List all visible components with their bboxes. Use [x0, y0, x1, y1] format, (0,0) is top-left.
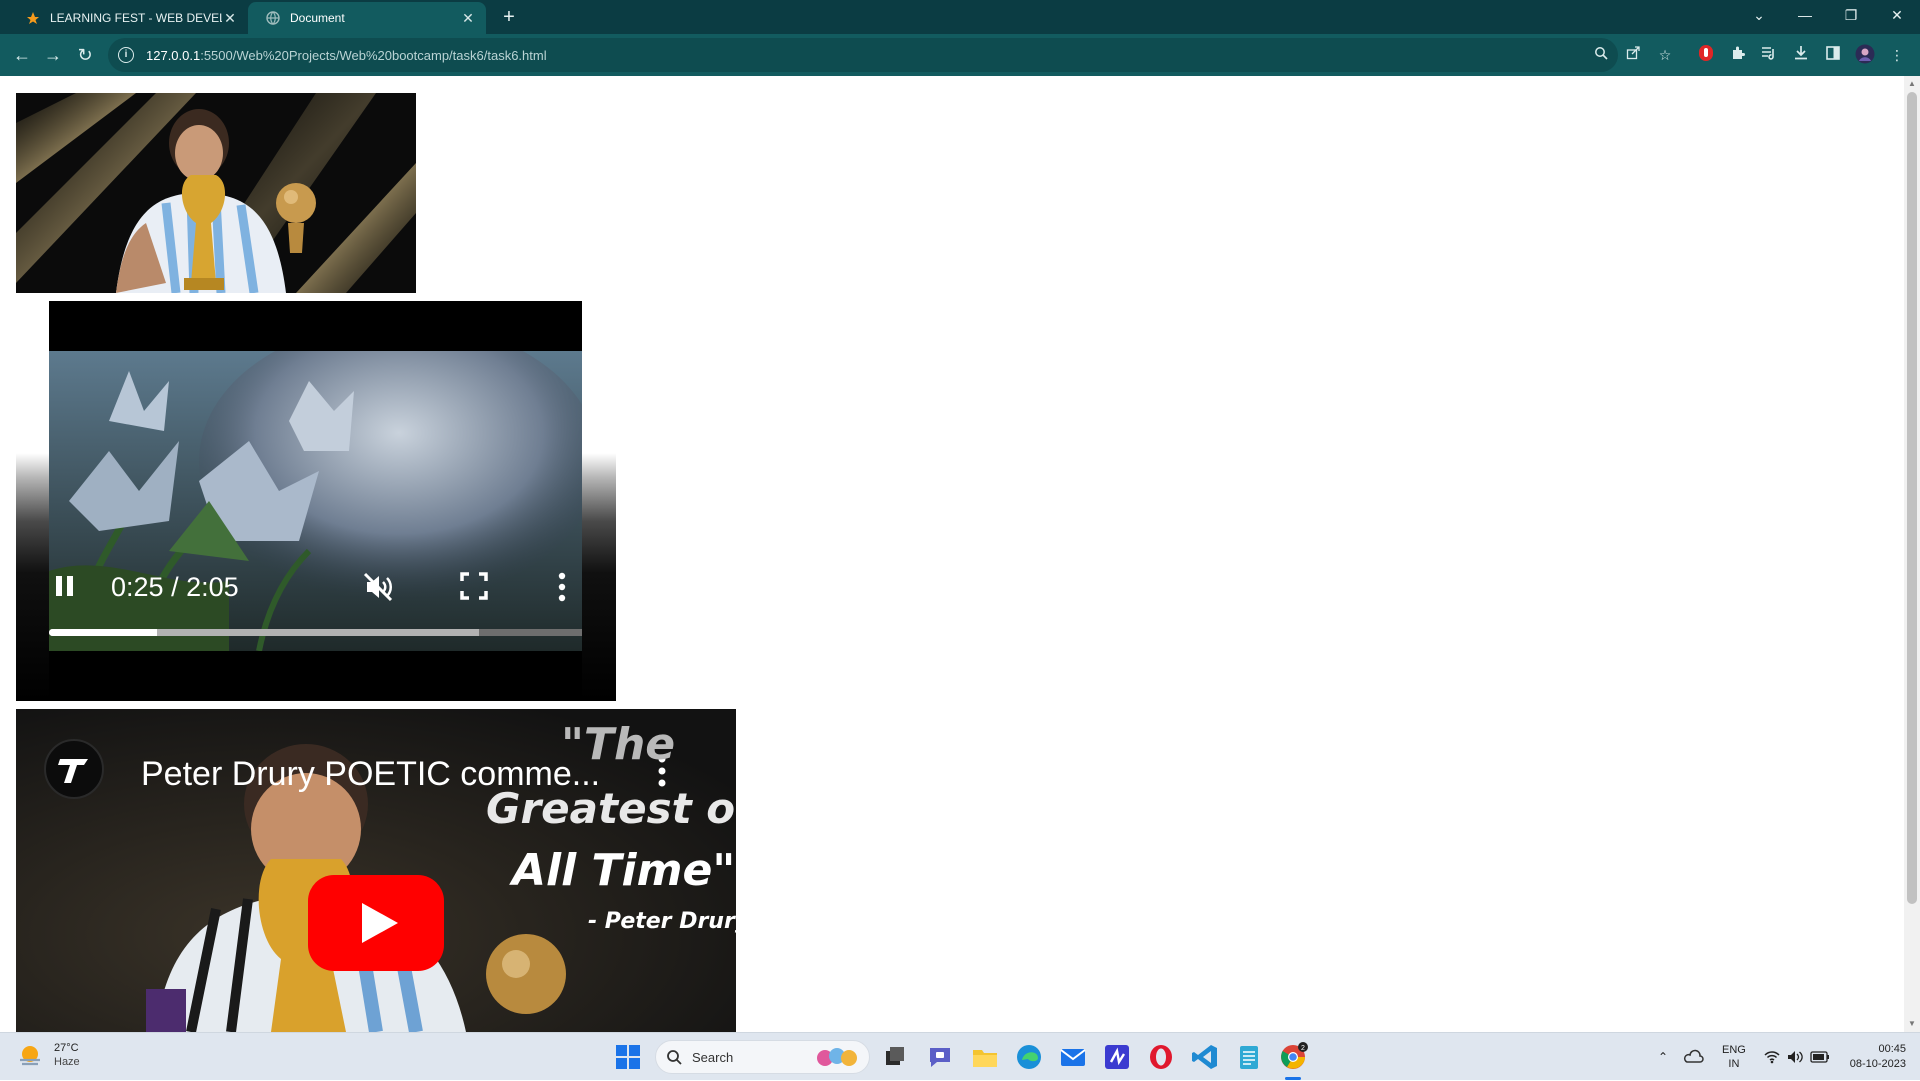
video-progress-bar[interactable] [49, 629, 582, 636]
side-panel-icon[interactable] [1822, 44, 1844, 66]
close-window-button[interactable]: ✕ [1874, 0, 1920, 30]
thumbnail-quote-line1: "The [561, 719, 676, 770]
fullscreen-icon[interactable] [460, 572, 488, 600]
duration: 2:05 [186, 572, 239, 602]
more-options-icon[interactable] [557, 572, 567, 602]
site-info-icon[interactable]: i [118, 47, 134, 63]
taskbar-search[interactable]: Search [655, 1040, 870, 1074]
tab-document[interactable]: Document ✕ [248, 2, 486, 34]
back-button[interactable]: ← [10, 43, 34, 67]
profile-avatar[interactable] [1854, 44, 1876, 66]
restore-button[interactable]: ❐ [1828, 0, 1874, 30]
tab-search-icon[interactable]: ⌄ [1736, 0, 1782, 30]
clock-time: 00:45 [1878, 1043, 1906, 1055]
teams-chat-icon[interactable] [925, 1042, 955, 1072]
onedrive-icon[interactable] [1682, 1048, 1704, 1066]
visual-studio-icon[interactable] [1102, 1042, 1132, 1072]
video-viewport[interactable]: 0:25 / 2:05 [49, 301, 582, 701]
show-hidden-icons-chevron-icon[interactable]: ⌃ [1652, 1050, 1674, 1064]
thumbnail-quote-line3: All Time" [512, 845, 736, 896]
new-tab-button[interactable]: + [498, 6, 520, 28]
clock-date: 08-10-2023 [1849, 1058, 1906, 1070]
weather-temperature: 27°C [54, 1042, 79, 1054]
share-icon[interactable] [1622, 44, 1644, 66]
scroll-thumb[interactable] [1907, 92, 1917, 904]
file-explorer-icon[interactable] [970, 1042, 1000, 1072]
chrome-badge-count: 2 [1301, 1045, 1305, 1052]
media-queue-icon[interactable] [1758, 44, 1780, 66]
minimize-button[interactable]: — [1782, 0, 1828, 30]
windows-taskbar: 27°C Haze Search 2 ⌃ ENG IN 00:45 08-10-… [0, 1032, 1920, 1080]
browser-menu-icon[interactable]: ⋮ [1886, 44, 1908, 66]
scroll-up-arrow-icon[interactable]: ▲ [1907, 79, 1917, 89]
language-region: IN [1728, 1058, 1740, 1070]
browser-toolbar: ← → ↻ i 127.0.0.1:5500/Web%20Projects/We… [0, 34, 1920, 76]
weather-haze-icon [20, 1046, 40, 1066]
youtube-embed[interactable]: Peter Drury POETIC comme... "The Greates… [16, 709, 736, 1032]
video-controls: 0:25 / 2:05 [49, 556, 582, 616]
messi-world-cup-image [16, 93, 416, 293]
download-icon[interactable] [1790, 44, 1812, 66]
edge-browser-icon[interactable] [1014, 1042, 1044, 1072]
url-host: 127.0.0.1 [146, 47, 201, 63]
youtube-play-button-icon[interactable] [308, 875, 444, 971]
reload-button[interactable]: ↻ [73, 43, 97, 67]
language-code: ENG [1722, 1044, 1746, 1056]
search-icon [667, 1050, 682, 1065]
page-scrollbar[interactable]: ▲ ▼ [1904, 76, 1920, 1032]
weather-condition: Haze [54, 1056, 80, 1068]
windows-start-icon[interactable] [613, 1042, 643, 1072]
thumbnail-quote-attribution: - Peter Drury [588, 909, 736, 934]
channel-avatar[interactable] [44, 739, 104, 799]
language-indicator[interactable]: ENG IN [1722, 1043, 1746, 1071]
wifi-icon[interactable] [1764, 1050, 1780, 1064]
browser-tab-strip: LEARNING FEST - WEB DEVELOP ✕ Document ✕… [0, 0, 1920, 34]
fest-favicon-icon [27, 12, 39, 24]
video-time-display: 0:25 / 2:05 [111, 572, 239, 602]
task-view-icon[interactable] [880, 1042, 910, 1072]
thumbnail-quote-line2: Greatest of [486, 784, 736, 833]
close-tab-icon[interactable]: ✕ [460, 10, 476, 26]
extension-red-icon[interactable] [1695, 44, 1717, 66]
page-content: 0:25 / 2:05 Peter Drury POETIC comme... … [0, 76, 1904, 1032]
scroll-down-arrow-icon[interactable]: ▼ [1907, 1019, 1917, 1029]
pause-icon[interactable] [53, 574, 77, 598]
current-time: 0:25 [111, 572, 164, 602]
tab-title: Document [290, 11, 345, 25]
forward-button[interactable]: → [41, 43, 65, 67]
url-path: :5500/Web%20Projects/Web%20bootcamp/task… [200, 47, 547, 63]
zoom-icon[interactable] [1590, 44, 1612, 66]
close-tab-icon[interactable]: ✕ [222, 10, 238, 26]
globe-icon [266, 11, 280, 25]
vscode-icon[interactable] [1190, 1042, 1220, 1072]
video-player[interactable]: 0:25 / 2:05 [16, 301, 616, 701]
opera-browser-icon[interactable] [1146, 1042, 1176, 1072]
tab-title: LEARNING FEST - WEB DEVELOP [50, 11, 222, 25]
system-tray: ⌃ ENG IN [1652, 1033, 1830, 1081]
weather-widget[interactable]: 27°C Haze [18, 1041, 80, 1069]
muted-volume-icon[interactable] [361, 570, 395, 604]
extensions-puzzle-icon[interactable] [1727, 44, 1749, 66]
address-bar[interactable]: i 127.0.0.1:5500/Web%20Projects/Web%20bo… [108, 38, 1618, 72]
tab-learning-fest[interactable]: LEARNING FEST - WEB DEVELOP ✕ [8, 2, 248, 34]
notepad-icon[interactable] [1234, 1042, 1264, 1072]
volume-icon[interactable] [1786, 1050, 1804, 1064]
played-bar [49, 629, 157, 636]
search-placeholder: Search [692, 1049, 734, 1065]
bookmark-star-icon[interactable]: ☆ [1654, 44, 1676, 66]
mail-icon[interactable] [1058, 1042, 1088, 1072]
battery-icon[interactable] [1810, 1051, 1830, 1063]
chrome-browser-icon[interactable]: 2 [1278, 1042, 1308, 1072]
search-highlight-icon [817, 1048, 857, 1066]
taskbar-clock[interactable]: 00:45 08-10-2023 [1850, 1042, 1906, 1072]
